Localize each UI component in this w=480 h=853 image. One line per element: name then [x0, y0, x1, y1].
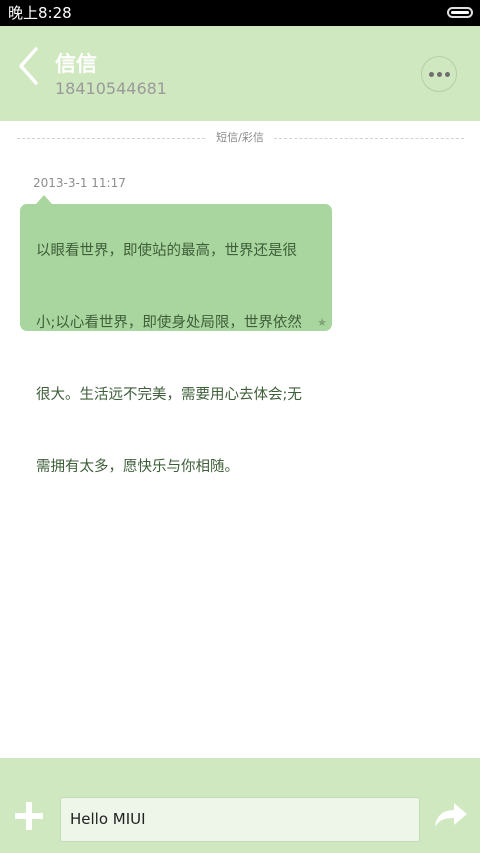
- composer-bar: Hello MIUI: [0, 758, 480, 853]
- back-button[interactable]: [12, 44, 46, 90]
- add-attachment-button[interactable]: [15, 802, 43, 830]
- message-line: 以眼看世界，即使站的最高，世界还是很: [36, 243, 297, 259]
- conversation-header: 信信 18410544681: [0, 26, 480, 121]
- message-text: 以眼看世界，即使站的最高，世界还是很 小;以心看世界，即使身处局限，世界依然 很…: [36, 215, 316, 479]
- more-dot: [429, 72, 434, 77]
- message-type-divider: 短信/彩信: [216, 131, 264, 144]
- battery-fill: [451, 11, 469, 14]
- bubble-tail: [36, 195, 52, 204]
- sms-conversation-screen: 晚上8:28 信信 18410544681 短信/彩信 2013-3-1 11:…: [0, 0, 480, 853]
- divider-line-right: [274, 138, 464, 139]
- message-bubble[interactable]: 以眼看世界，即使站的最高，世界还是很 小;以心看世界，即使身处局限，世界依然 很…: [20, 204, 332, 475]
- message-line: 小;以心看世界，即使身处局限，世界依然: [36, 315, 302, 331]
- message-line: 需拥有太多，愿快乐与你相随。: [36, 459, 239, 475]
- message-timestamp: 2013-3-1 11:17: [33, 176, 126, 190]
- divider-line-left: [17, 138, 205, 139]
- plus-icon-vertical: [26, 802, 32, 830]
- chevron-left-icon: [19, 47, 38, 85]
- more-dot: [437, 72, 442, 77]
- more-dot: [445, 72, 450, 77]
- send-button[interactable]: [433, 800, 469, 830]
- send-arrow-icon: [435, 803, 467, 827]
- contact-number: 18410544681: [55, 79, 167, 98]
- star-icon: ★: [317, 316, 327, 329]
- contact-name: 信信: [55, 52, 97, 76]
- message-input[interactable]: Hello MIUI: [60, 797, 420, 842]
- more-options-button[interactable]: [421, 56, 457, 92]
- status-bar: 晚上8:28: [0, 0, 480, 26]
- status-time: 晚上8:28: [8, 4, 72, 22]
- battery-icon: [447, 7, 473, 18]
- message-line: 很大。生活远不完美，需要用心去体会;无: [36, 387, 302, 403]
